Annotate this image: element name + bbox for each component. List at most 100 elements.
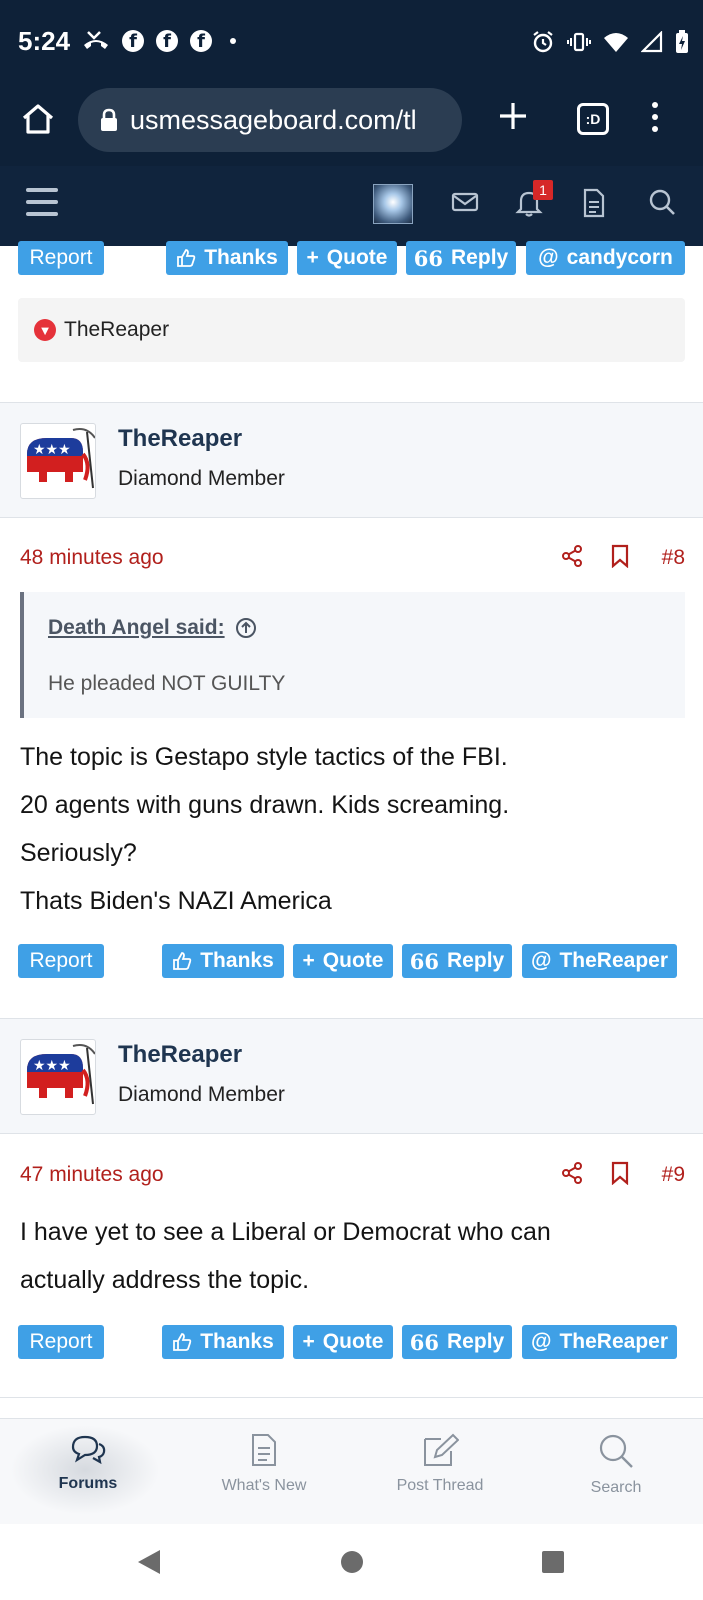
reply-label: Reply	[447, 1330, 505, 1353]
report-button[interactable]: Report	[18, 241, 104, 275]
tab-forums[interactable]: Forums	[0, 1419, 176, 1525]
facebook-icon: f	[122, 30, 144, 52]
status-bar: 5:24 f f f	[0, 0, 703, 88]
post-author-block: ★★★ TheReaper Diamond Member	[0, 1018, 703, 1134]
reply-button[interactable]: 66 Reply	[406, 241, 516, 275]
thumbs-up-icon	[177, 249, 196, 267]
post-line: actually address the topic.	[20, 1266, 310, 1294]
forums-icon	[71, 1435, 106, 1465]
system-icons	[531, 30, 689, 54]
bookmark-icon[interactable]	[610, 1161, 630, 1185]
browser-menu-button[interactable]	[652, 102, 658, 132]
home-circle-icon[interactable]	[340, 1550, 364, 1574]
post-divider	[0, 1397, 703, 1398]
quote-label: Quote	[326, 246, 388, 269]
search-icon[interactable]	[648, 188, 676, 216]
share-icon[interactable]	[560, 1161, 584, 1185]
missed-call-icon	[84, 31, 108, 49]
mention-button[interactable]: @ candycorn	[526, 241, 685, 275]
tab-search[interactable]: Search	[528, 1419, 703, 1525]
whats-new-icon	[252, 1434, 276, 1466]
report-button[interactable]: Report	[18, 944, 104, 978]
share-icon[interactable]	[560, 544, 584, 568]
battery-icon	[676, 30, 688, 53]
recents-icon[interactable]	[541, 1550, 565, 1574]
lock-icon	[101, 108, 117, 131]
address-bar[interactable]: usmessageboard.com/tl	[78, 88, 462, 152]
tab-label: Forums	[58, 1475, 118, 1492]
bottom-tab-bar: Forums What's New Post Thread Search	[0, 1418, 703, 1524]
tab-whats-new[interactable]: What's New	[176, 1419, 352, 1525]
author-name[interactable]: TheReaper	[118, 425, 242, 453]
url-text: usmessageboard.com/tl	[130, 104, 417, 135]
post-time[interactable]: 47 minutes ago	[20, 1163, 164, 1187]
author-avatar[interactable]: ★★★	[20, 423, 96, 499]
post-number[interactable]: #9	[662, 1163, 685, 1187]
whats-new-icon[interactable]	[582, 188, 606, 218]
search-icon	[599, 1434, 633, 1468]
post-body: The topic is Gestapo style tactics of th…	[20, 733, 509, 925]
report-button[interactable]: Report	[18, 1325, 104, 1359]
alarm-icon	[533, 31, 553, 53]
plus-icon: +	[302, 1330, 315, 1353]
at-icon: @	[530, 949, 552, 972]
quote-author: Death Angel said:	[48, 616, 225, 639]
user-avatar[interactable]	[373, 184, 413, 224]
reactions-bar[interactable]: ▼ TheReaper	[18, 298, 685, 362]
reply-label: Reply	[447, 949, 505, 972]
browser-toolbar: usmessageboard.com/tl :D	[0, 88, 703, 166]
quote-button[interactable]: + Quote	[297, 241, 397, 275]
tab-switcher-button[interactable]: :D	[577, 103, 609, 135]
post-actions: Report Thanks + Quote 66 Reply @ candyco…	[18, 241, 685, 275]
svg-text:★★★: ★★★	[33, 1058, 71, 1074]
tab-label: What's New	[221, 1477, 307, 1494]
tab-post-thread[interactable]: Post Thread	[352, 1419, 528, 1525]
quote-marks-icon: 66	[409, 1329, 440, 1355]
tab-label: Search	[590, 1479, 642, 1496]
author-avatar[interactable]: ★★★	[20, 1039, 96, 1115]
post-line: Seriously?	[20, 839, 137, 867]
mention-button[interactable]: @ TheReaper	[522, 1325, 677, 1359]
post-actions: Report Thanks + Quote 66 Reply @ TheReap…	[18, 944, 685, 978]
post-author-block: ★★★ TheReaper Diamond Member	[0, 402, 703, 518]
thanks-button[interactable]: Thanks	[162, 1325, 284, 1359]
new-tab-button[interactable]	[498, 98, 528, 138]
author-title: Diamond Member	[118, 467, 285, 490]
post-time[interactable]: 48 minutes ago	[20, 546, 164, 570]
post-thread-icon	[424, 1433, 459, 1466]
author-name[interactable]: TheReaper	[118, 1041, 242, 1069]
mention-button[interactable]: @ TheReaper	[522, 944, 677, 978]
reply-button[interactable]: 66 Reply	[402, 944, 512, 978]
post-actions: Report Thanks + Quote 66 Reply @ TheReap…	[18, 1325, 685, 1359]
quote-block: Death Angel said: He pleaded NOT GUILTY	[20, 592, 685, 718]
alerts-badge: 1	[533, 180, 553, 200]
thanks-button[interactable]: Thanks	[166, 241, 288, 275]
reaction-user: TheReaper	[64, 318, 170, 341]
thanks-label: Thanks	[200, 1330, 274, 1353]
hamburger-menu-icon[interactable]	[26, 188, 58, 216]
post-meta: 47 minutes ago #9	[20, 1161, 685, 1191]
thanks-label: Thanks	[204, 246, 278, 269]
quote-button[interactable]: + Quote	[293, 1325, 393, 1359]
post-number[interactable]: #8	[662, 546, 685, 570]
inbox-icon[interactable]	[451, 188, 479, 216]
post-meta: 48 minutes ago #8	[20, 544, 685, 574]
wifi-icon	[604, 33, 628, 52]
reply-label: Reply	[451, 246, 509, 269]
mention-label: TheReaper	[559, 949, 669, 972]
post-line: I have yet to see a Liberal or Democrat …	[20, 1218, 551, 1246]
tab-label: Post Thread	[396, 1477, 484, 1494]
post-line: 20 agents with guns drawn. Kids screamin…	[20, 791, 510, 819]
status-time: 5:24	[18, 26, 71, 56]
plus-icon	[500, 103, 526, 129]
quote-author-link[interactable]: Death Angel said:	[48, 616, 257, 640]
thanks-button[interactable]: Thanks	[162, 944, 284, 978]
reply-button[interactable]: 66 Reply	[402, 1325, 512, 1359]
more-notifications-dot	[230, 38, 236, 44]
quote-button[interactable]: + Quote	[293, 944, 393, 978]
back-icon[interactable]	[136, 1548, 162, 1576]
bookmark-icon[interactable]	[610, 544, 630, 568]
quote-marks-icon: 66	[413, 245, 444, 271]
home-icon[interactable]	[20, 102, 56, 136]
quote-text: He pleaded NOT GUILTY	[48, 672, 286, 695]
